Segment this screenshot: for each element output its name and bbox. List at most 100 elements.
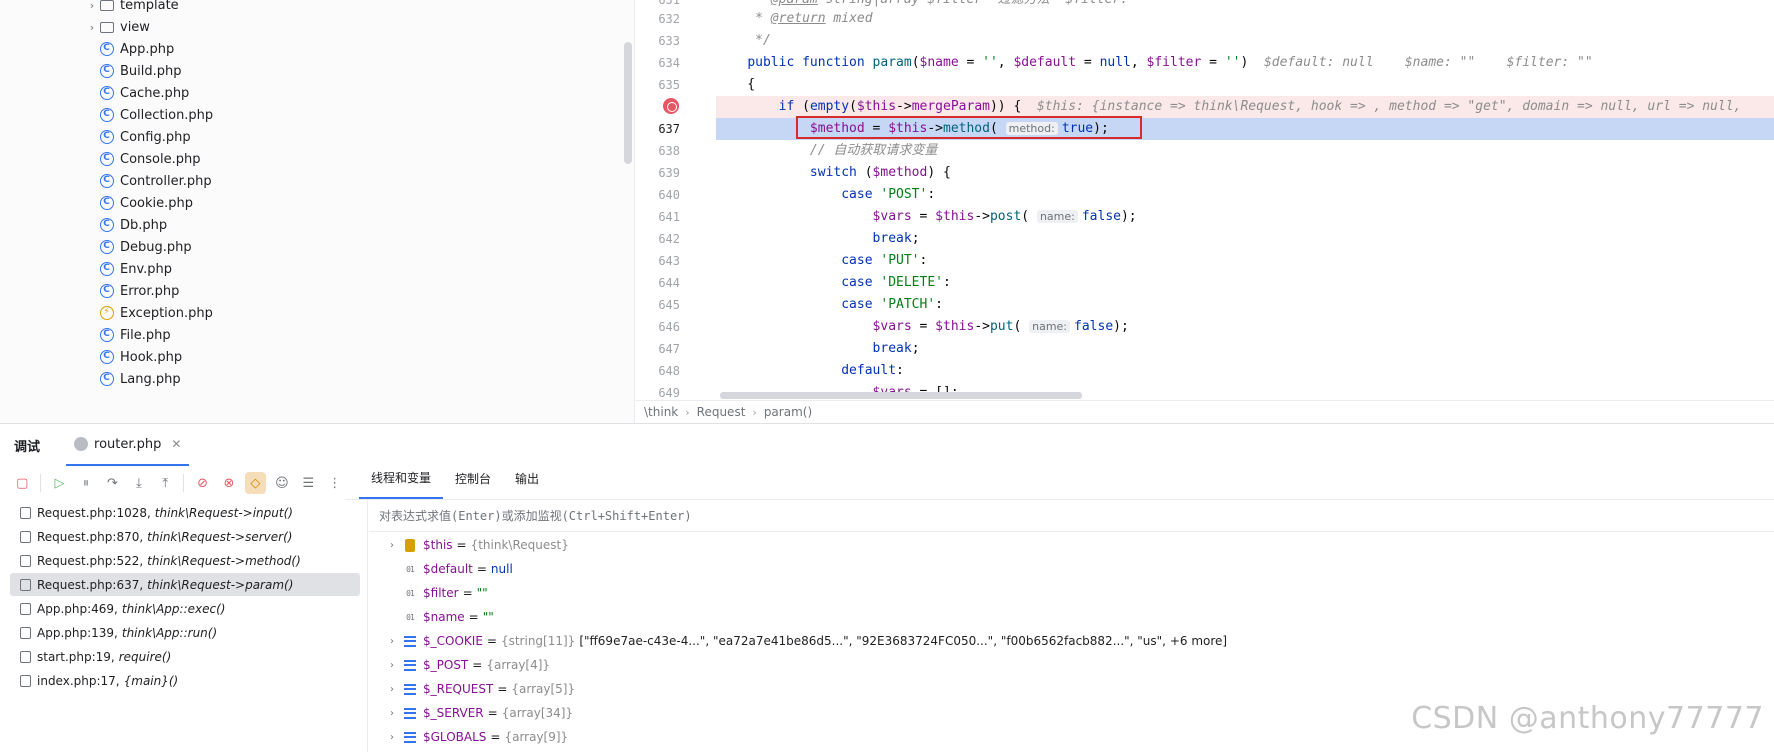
- exception-class-icon: ⚡: [99, 306, 114, 321]
- variable-name: $GLOBALS: [423, 730, 487, 744]
- resume-icon[interactable]: ▷: [49, 472, 69, 494]
- variable-name: $default: [423, 562, 473, 576]
- horizontal-scrollbar[interactable]: [720, 392, 1082, 399]
- debug-title: 调试: [14, 439, 41, 455]
- tree-item[interactable]: C Env.php: [0, 257, 620, 281]
- tree-item[interactable]: C Controller.php: [0, 169, 620, 193]
- code-line-647: break;: [872, 341, 920, 356]
- view-breakpoints-icon[interactable]: ⊘: [192, 472, 212, 494]
- tree-item[interactable]: C Collection.php: [0, 103, 620, 127]
- debug-panel: 调试 router.php ✕ ▢ ▷ ⏸ ↷ ⤓ ⤒ ⊘ ⊗ ◇ ☺ ☰ ⋮ …: [0, 423, 1774, 752]
- tab-console[interactable]: 控制台: [443, 465, 503, 499]
- stack-frame[interactable]: App.php:139, think\App::run(): [10, 621, 360, 644]
- variable-row[interactable]: ›01$filter="": [369, 581, 1769, 605]
- tree-item[interactable]: C App.php: [0, 37, 620, 61]
- tree-item[interactable]: C Error.php: [0, 279, 620, 303]
- frame-function: think\App::exec(): [121, 601, 226, 616]
- stack-frame[interactable]: Request.php:637, think\Request->param(): [10, 573, 360, 596]
- stack-frame[interactable]: index.php:17, {main}(): [10, 669, 360, 692]
- debug-tool-header: 调试 router.php ✕: [0, 424, 1774, 466]
- highlight-box: [796, 116, 1142, 139]
- debug-settings-icon[interactable]: ☺: [272, 472, 292, 494]
- pause-icon[interactable]: ⏸: [76, 472, 96, 494]
- chevron-right-icon[interactable]: ›: [385, 684, 399, 695]
- frame-function: think\Request->server(): [147, 529, 293, 544]
- breakpoint-icon[interactable]: [663, 98, 679, 114]
- php-icon: [74, 437, 89, 451]
- chevron-right-icon[interactable]: ›: [85, 0, 99, 12]
- class-icon: C: [99, 86, 114, 101]
- code-line-634: public function param($name = '', $defau…: [747, 55, 1593, 70]
- tree-scrollbar[interactable]: [624, 42, 632, 164]
- inline-values-icon[interactable]: ◇: [245, 472, 266, 494]
- line-number: 643: [658, 254, 680, 268]
- class-icon: C: [99, 372, 114, 387]
- tree-item[interactable]: C Build.php: [0, 59, 620, 83]
- variable-row[interactable]: › $this = {think\Request}: [369, 533, 1769, 557]
- chevron-right-icon[interactable]: ›: [385, 732, 399, 743]
- tree-item[interactable]: C Lang.php: [0, 367, 620, 391]
- equals-sign: =: [486, 634, 497, 648]
- variable-name: $_REQUEST: [423, 682, 494, 696]
- variable-value: null: [490, 562, 513, 576]
- chevron-right-icon[interactable]: ›: [85, 21, 99, 34]
- step-into-icon[interactable]: ⤓: [129, 472, 149, 494]
- variable-row[interactable]: ›01$default=null: [369, 557, 1769, 581]
- variable-row[interactable]: ›01$name="": [369, 605, 1769, 629]
- tab-threads-variables[interactable]: 线程和变量: [359, 465, 444, 499]
- tree-item[interactable]: ⚡ Exception.php: [0, 301, 620, 325]
- tree-item[interactable]: C Debug.php: [0, 235, 620, 259]
- tree-item[interactable]: C Db.php: [0, 213, 620, 237]
- variable-row[interactable]: › $_COOKIE = {string[11]} ["ff69e7ae-c43e-4.…: [369, 629, 1769, 653]
- variable-name: $filter: [423, 586, 459, 600]
- stop-icon[interactable]: ▢: [12, 472, 32, 494]
- variable-value: "": [482, 610, 494, 624]
- editor-gutter[interactable]: 631 632 633 634 635 637 638 639 640 641 642 643 644 6…: [636, 0, 716, 400]
- tree-item[interactable]: C Cache.php: [0, 81, 620, 105]
- tree-item-label: Lang.php: [120, 371, 181, 387]
- stack-frame[interactable]: Request.php:870, think\Request->server(): [10, 525, 360, 548]
- breadcrumb-item[interactable]: \think: [644, 405, 678, 419]
- code-editor[interactable]: 631 632 633 634 635 637 638 639 640 641 642 643 644 6…: [636, 0, 1774, 400]
- step-out-icon[interactable]: ⤒: [155, 472, 175, 494]
- close-icon[interactable]: ✕: [171, 437, 181, 451]
- tree-item[interactable]: C Config.php: [0, 125, 620, 149]
- chevron-right-icon[interactable]: ›: [385, 708, 399, 719]
- evaluate-expression-input[interactable]: 对表达式求值(Enter)或添加监视(Ctrl+Shift+Enter): [369, 500, 1774, 532]
- stack-frame[interactable]: Request.php:1028, think\Request->input(): [10, 501, 360, 524]
- stack-frame[interactable]: App.php:469, think\App::exec(): [10, 597, 360, 620]
- equals-sign: =: [468, 610, 479, 624]
- tree-item[interactable]: C Console.php: [0, 147, 620, 171]
- toolbar-separator: [40, 474, 42, 492]
- tree-item[interactable]: C File.php: [0, 323, 620, 347]
- inline-values-this: $this: {instance => think\Request, hook …: [1036, 99, 1742, 114]
- code-line-640: case 'POST':: [841, 187, 936, 202]
- tree-item[interactable]: › view: [0, 15, 620, 39]
- tree-item-label: Collection.php: [120, 107, 214, 123]
- stack-frame[interactable]: start.php:19, require(): [10, 645, 360, 668]
- tree-item-label: Error.php: [120, 283, 180, 299]
- stack-frame[interactable]: Request.php:522, think\Request->method(): [10, 549, 360, 572]
- step-over-icon[interactable]: ↷: [102, 472, 122, 494]
- chevron-right-icon[interactable]: ›: [385, 636, 399, 647]
- chevron-right-icon[interactable]: ›: [385, 540, 399, 551]
- tree-item-label: Hook.php: [120, 349, 183, 365]
- variable-value: "": [476, 586, 488, 600]
- mute-breakpoints-icon[interactable]: ⊗: [219, 472, 239, 494]
- tab-output[interactable]: 输出: [503, 465, 551, 499]
- breadcrumb-item[interactable]: Request: [697, 405, 746, 419]
- debug-session-tab[interactable]: router.php ✕: [66, 424, 190, 466]
- tree-item[interactable]: C Cookie.php: [0, 191, 620, 215]
- more-icon[interactable]: ⋮: [324, 472, 344, 494]
- variable-row[interactable]: › $_POST = {array[4]}: [369, 653, 1769, 677]
- line-number: 649: [658, 386, 680, 400]
- chevron-right-icon[interactable]: ›: [385, 660, 399, 671]
- class-icon: C: [99, 196, 114, 211]
- variable-row[interactable]: › $_REQUEST = {array[5]}: [369, 677, 1769, 701]
- code-area[interactable]: * @param string|array $filter 过滤方法 $filt…: [716, 0, 1774, 400]
- breadcrumb-item[interactable]: param(): [764, 405, 812, 419]
- frame-location: start.php:19,: [37, 649, 115, 664]
- layout-icon[interactable]: ☰: [298, 472, 318, 494]
- tree-item[interactable]: C Hook.php: [0, 345, 620, 369]
- frame-icon: [20, 602, 31, 615]
